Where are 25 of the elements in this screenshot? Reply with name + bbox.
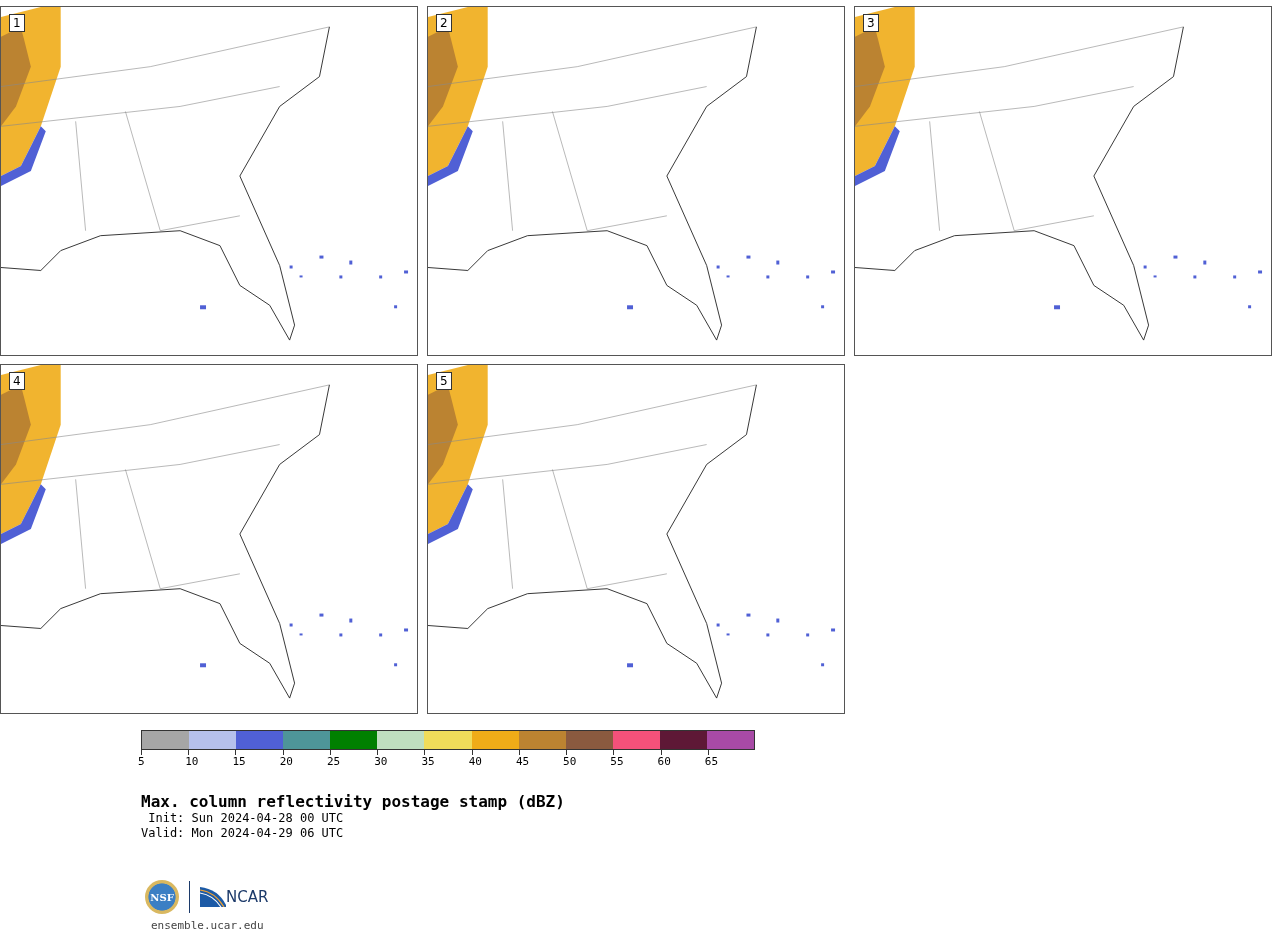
tick-label: 40 <box>468 756 482 768</box>
ncar-logo-text: NCAR <box>226 888 269 906</box>
panel-number: 2 <box>436 14 452 32</box>
panel-number: 3 <box>863 14 879 32</box>
tick-label: 45 <box>515 756 530 768</box>
nsf-logo: NSF <box>145 880 179 914</box>
chart-title: Max. column reflectivity postage stamp (dBZ) <box>141 793 566 811</box>
tick-label: 5 <box>138 756 145 768</box>
tick-label: 55 <box>610 756 624 768</box>
init-time: Init: Sun 2024-04-28 00 UTC <box>147 811 345 826</box>
tick-label: 20 <box>279 756 293 768</box>
tick-label: 15 <box>232 756 246 768</box>
panel-number: 1 <box>9 14 25 32</box>
tick-label: 50 <box>563 756 577 768</box>
tick-label: 65 <box>704 756 719 768</box>
valid-time: Valid: Mon 2024-04-29 06 UTC <box>141 826 345 841</box>
panel-number: 5 <box>436 372 452 390</box>
tick-label: 25 <box>326 756 341 768</box>
website-link[interactable]: ensemble.ucar.edu <box>151 919 1280 932</box>
tick-label: 30 <box>374 756 388 768</box>
arc-logo-icon <box>200 887 226 907</box>
tick-label: 60 <box>657 756 671 768</box>
tick-label: 10 <box>185 756 199 768</box>
tick-label: 35 <box>421 756 435 768</box>
panel-number: 4 <box>9 372 25 390</box>
